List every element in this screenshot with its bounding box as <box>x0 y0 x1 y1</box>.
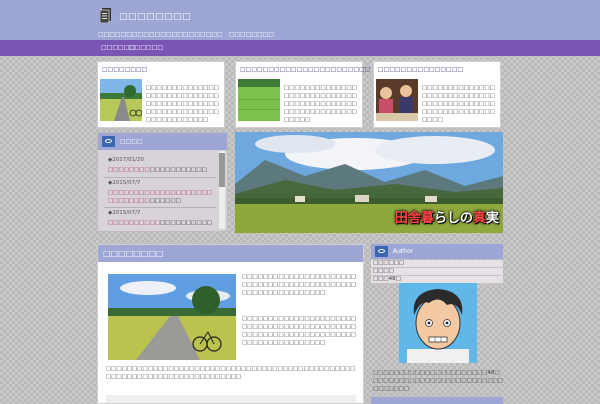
site-tagline: □□□□□□□□□□□□□□□□□□□□□□ □□□□□□□□ <box>98 31 275 38</box>
site-header <box>0 0 600 40</box>
author-avatar <box>399 283 477 363</box>
divider <box>104 177 216 178</box>
author-widget-title: Author <box>393 248 414 255</box>
article-photo <box>108 274 236 360</box>
scrollbar-thumb[interactable] <box>219 153 225 187</box>
banner-caption-part: らしの <box>433 211 473 226</box>
feature-card-1[interactable]: □□□□□□□□ □□□□□□□□□□□□□□□□□□□□□□□□□□□□□□□… <box>97 61 225 128</box>
article-paragraph: □□□□□□□□□□□□□□□□□□□□□□□□□□□□□□□□□□□□□□□□… <box>242 274 357 296</box>
document-icon <box>100 8 111 23</box>
main-article-title: □□□□□□□□ <box>103 249 164 258</box>
news-item-text: □□□□□□□□□□ <box>159 220 212 226</box>
main-nav: □□□□□□ □□□□□□ <box>0 40 600 56</box>
main-article: □□□□□□□□ □□□□□□□□□□□□□□□□□□□□□□□□□□□□□□□… <box>97 244 364 404</box>
feature-card-title[interactable]: □□□□□□□□□□□□□□□□□□□□□□□ <box>240 66 370 73</box>
banner-caption-part: 実 <box>485 211 499 226</box>
feature-card-excerpt: □□□□□□□□□□□□□□□□□□□□□□□□□□□□□□□□□□□□□□□□… <box>146 85 219 123</box>
author-info-row: □□□□ <box>371 268 503 276</box>
news-widget-header: □□□□ <box>98 133 227 150</box>
banner-caption: 田舎暮らしの真実 <box>395 207 499 226</box>
news-date: ◆2015/07/7 <box>108 180 141 186</box>
feature-card-thumbnail[interactable] <box>100 79 142 121</box>
feature-card-thumbnail[interactable] <box>238 79 280 121</box>
feature-card-title[interactable]: □□□□□□□□□□□□□□□ <box>378 66 463 73</box>
article-paragraph: □□□□□□□□□□□□□□□□□□□□□□□□□□□□□□□□□□□□□□□□… <box>106 366 356 380</box>
news-scrollbar[interactable] <box>219 151 225 229</box>
news-date: ◆2015/07/7 <box>108 210 141 216</box>
news-item-text: □□□□□□□□□□□ <box>149 167 207 173</box>
banner-caption-part: 暮 <box>420 211 434 226</box>
news-item: □□□□□□□□□□□□□□□□□□□□□□□□□□□□□□□□□□ <box>108 189 212 205</box>
news-item: □□□□□□□□□□□□□□□□□□□□ <box>108 219 212 227</box>
author-info-text: □□□□ <box>373 268 394 274</box>
news-widget-title: □□□□ <box>120 138 143 145</box>
author-info-row: □□□□□□ <box>371 260 503 268</box>
feature-card-2[interactable]: □□□□□□□□□□□□□□□□□□□□□□□ □□□□□□□□□□□□□□□□… <box>235 61 370 128</box>
main-article-header: □□□□□□□□ <box>98 245 363 262</box>
news-item: □□□□□□□□□□□□□□□□□□□ <box>108 166 212 174</box>
author-widget-header: Author <box>371 244 503 259</box>
news-link[interactable]: □□□□□□□□□□ <box>108 220 160 226</box>
author-info-text: □□□□□□ <box>373 260 405 266</box>
author-widget: Author □□□□□□ □□□□ □□□48□ □□□□□□□□□□□□□□… <box>371 244 503 404</box>
news-widget: □□□□ ◆2017/01/20 □□□□□□□□□□□□□□□□□□□ ◆20… <box>97 132 228 232</box>
banner-caption-part: 田舎 <box>394 211 421 226</box>
feature-card-thumbnail[interactable] <box>376 79 418 121</box>
feature-card-title[interactable]: □□□□□□□□ <box>102 66 147 73</box>
article-paragraph: □□□□□□□□□□□□□□□□□□□□□□□□□□□□□□□□□□□□□□□□… <box>242 316 357 346</box>
news-item-text: □□□□□□ <box>149 198 181 204</box>
widget-header-icon <box>102 136 115 147</box>
author-widget-footer <box>371 397 503 404</box>
feature-card-3[interactable]: □□□□□□□□□□□□□□□ □□□□□□□□□□□□□□□□□□□□□□□□… <box>373 61 501 128</box>
author-bio: □□□□□□□□□□□□□□□□□□□□□□48□□□□□□□□□□□□□□□□… <box>373 370 503 392</box>
news-date: ◆2017/01/20 <box>108 157 144 163</box>
news-link[interactable]: □□□□□□□□ <box>108 167 150 173</box>
site-title[interactable]: □□□□□□□□ <box>119 12 191 22</box>
divider <box>104 207 216 208</box>
banner-caption-part: 真 <box>472 211 486 226</box>
author-info-text: □□□48□ <box>373 276 401 282</box>
widget-header-icon <box>375 246 388 257</box>
hero-banner[interactable]: 田舎暮らしの真実 <box>235 132 503 233</box>
nav-item-2[interactable]: □□□□□□ <box>129 44 163 51</box>
feature-card-excerpt: □□□□□□□□□□□□□□□□□□□□□□□□□□□□□□□□□□□□□□□□… <box>422 85 495 123</box>
feature-card-excerpt: □□□□□□□□□□□□□□□□□□□□□□□□□□□□□□□□□□□□□□□□… <box>284 85 357 123</box>
